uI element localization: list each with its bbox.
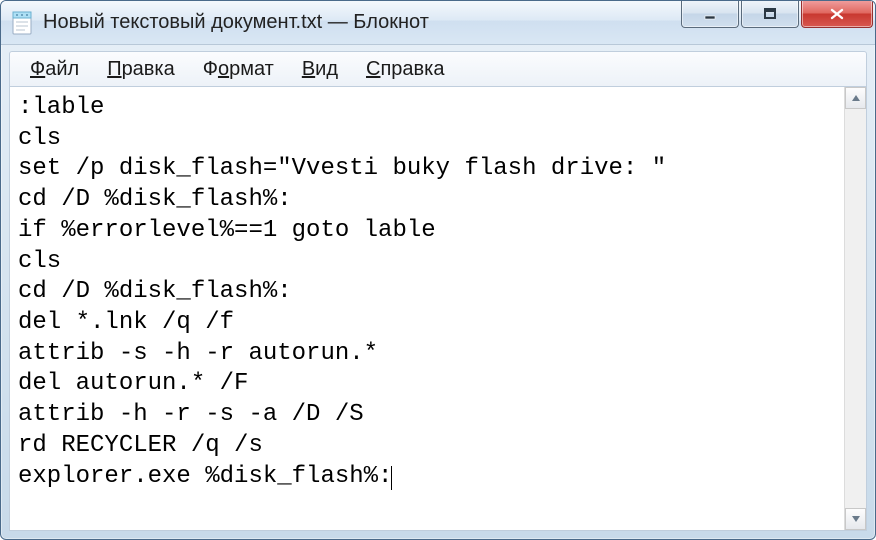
minimize-icon — [703, 7, 717, 21]
vertical-scrollbar[interactable] — [844, 87, 866, 530]
window-title: Новый текстовый документ.txt — Блокнот — [43, 11, 681, 34]
editor-container: :lable cls set /p disk_flash="Vvesti buk… — [9, 87, 867, 531]
window-controls — [681, 0, 873, 28]
maximize-icon — [763, 7, 777, 21]
menubar: Файл Правка Формат Вид Справка — [9, 51, 867, 87]
close-icon — [829, 7, 845, 21]
scroll-up-button[interactable] — [845, 87, 866, 109]
chevron-up-icon — [851, 93, 861, 103]
menu-help[interactable]: Справка — [354, 55, 456, 84]
titlebar[interactable]: Новый текстовый документ.txt — Блокнот — [1, 1, 875, 45]
menu-format[interactable]: Формат — [191, 55, 286, 84]
text-editor[interactable]: :lable cls set /p disk_flash="Vvesti buk… — [10, 87, 844, 530]
close-button[interactable] — [801, 0, 873, 28]
scroll-down-button[interactable] — [845, 508, 866, 530]
minimize-button[interactable] — [681, 0, 739, 28]
menu-view[interactable]: Вид — [290, 55, 350, 84]
menu-edit[interactable]: Правка — [95, 55, 187, 84]
menu-file[interactable]: Файл — [18, 55, 91, 84]
notepad-window: Новый текстовый документ.txt — Блокнот — [0, 0, 876, 540]
text-caret — [391, 466, 392, 490]
maximize-button[interactable] — [741, 0, 799, 28]
scroll-track[interactable] — [845, 109, 866, 508]
chevron-down-icon — [851, 514, 861, 524]
notepad-icon — [11, 10, 33, 36]
